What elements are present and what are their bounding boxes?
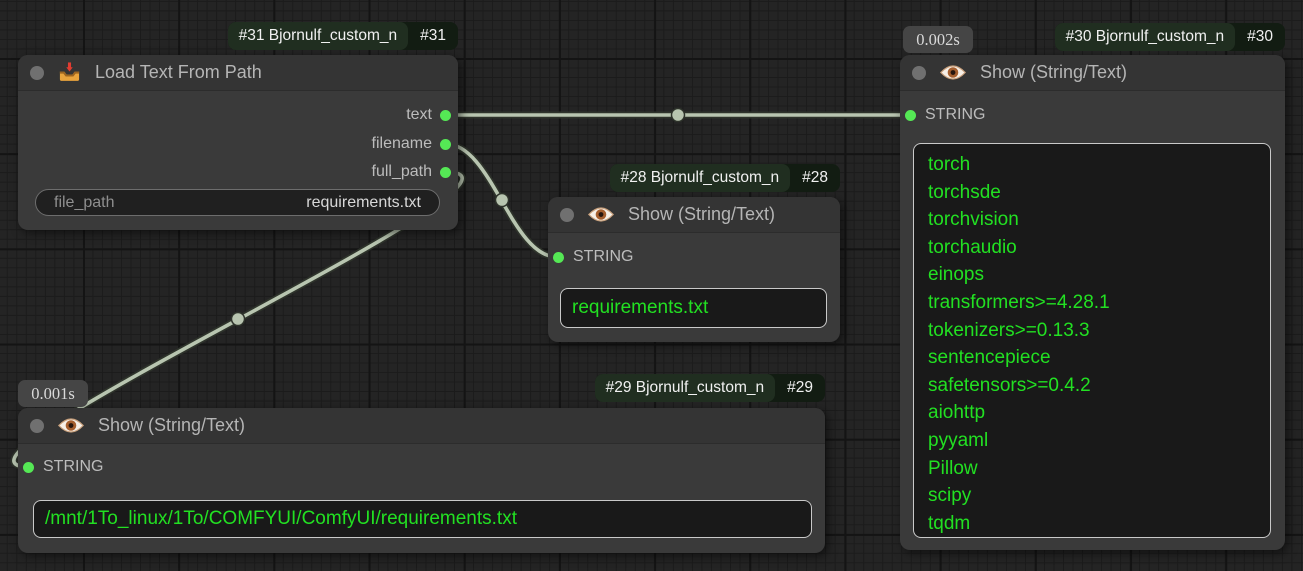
input-slot-string: STRING bbox=[553, 245, 633, 269]
node28-badge-id: #28 bbox=[790, 164, 840, 192]
link-midpoint-dot bbox=[232, 313, 245, 326]
collapse-dot[interactable] bbox=[912, 66, 926, 80]
output-label-filename: filename bbox=[372, 135, 432, 153]
file-path-widget-value: requirements.txt bbox=[306, 194, 421, 212]
input-dot-string[interactable] bbox=[905, 110, 916, 121]
node31-title-bar[interactable]: Load Text From Path bbox=[18, 55, 458, 91]
node30-badge-label: #30 Bjornulf_custom_n bbox=[1055, 23, 1236, 51]
input-label-string: STRING bbox=[925, 106, 985, 124]
link-midpoint-dot bbox=[672, 109, 685, 122]
link-midpoint-dot bbox=[496, 194, 509, 207]
input-label-string: STRING bbox=[573, 248, 633, 266]
file-path-widget-label: file_path bbox=[54, 194, 115, 212]
node28-title-bar[interactable]: Show (String/Text) bbox=[548, 197, 840, 233]
output-slot-filename: filename bbox=[372, 130, 458, 158]
input-dot-string[interactable] bbox=[553, 252, 564, 263]
output-label-text: text bbox=[406, 106, 432, 124]
node30-badge-id: #30 bbox=[1235, 23, 1285, 51]
string-display-box[interactable]: requirements.txt bbox=[560, 288, 827, 328]
node31-badge-label: #31 Bjornulf_custom_n bbox=[228, 22, 409, 50]
node-load-text-from-path[interactable]: Load Text From Path text filename full_p… bbox=[18, 55, 458, 230]
eye-icon bbox=[940, 64, 966, 81]
node31-badge-id: #31 bbox=[408, 22, 458, 50]
input-slot-string: STRING bbox=[23, 455, 103, 479]
string-display-box[interactable]: torch torchsde torchvision torchaudio ei… bbox=[913, 143, 1271, 538]
node31-title: Load Text From Path bbox=[95, 62, 262, 83]
input-label-string: STRING bbox=[43, 458, 103, 476]
collapse-dot[interactable] bbox=[30, 66, 44, 80]
node-graph-canvas[interactable]: { "colors": { "green_text": "#22e022", "… bbox=[0, 0, 1303, 571]
node29-title-bar[interactable]: Show (String/Text) bbox=[18, 408, 825, 444]
input-slot-string: STRING bbox=[905, 103, 985, 127]
collapse-dot[interactable] bbox=[30, 419, 44, 433]
node-show-string-28[interactable]: Show (String/Text) STRING requirements.t… bbox=[548, 197, 840, 342]
output-slot-full-path: full_path bbox=[372, 158, 459, 186]
node28-badge-label: #28 Bjornulf_custom_n bbox=[610, 164, 791, 192]
node29-badge: #29 Bjornulf_custom_n #29 bbox=[595, 374, 825, 402]
collapse-dot[interactable] bbox=[560, 208, 574, 222]
output-dot-full-path[interactable] bbox=[440, 167, 451, 178]
node29-badge-label: #29 Bjornulf_custom_n bbox=[595, 374, 776, 402]
node29-badge-id: #29 bbox=[775, 374, 825, 402]
node30-badge: #30 Bjornulf_custom_n #30 bbox=[1055, 23, 1285, 51]
node31-badge: #31 Bjornulf_custom_n #31 bbox=[228, 22, 458, 50]
eye-icon bbox=[58, 417, 84, 434]
node-show-string-29[interactable]: Show (String/Text) STRING /mnt/1To_linux… bbox=[18, 408, 825, 553]
node29-exec-time-badge: 0.001s bbox=[18, 380, 88, 407]
node28-badge: #28 Bjornulf_custom_n #28 bbox=[610, 164, 840, 192]
string-display-box[interactable]: /mnt/1To_linux/1To/COMFYUI/ComfyUI/requi… bbox=[33, 500, 812, 538]
node29-title: Show (String/Text) bbox=[98, 415, 245, 436]
output-slot-text: text bbox=[406, 101, 458, 129]
output-dot-filename[interactable] bbox=[440, 139, 451, 150]
eye-icon bbox=[588, 206, 614, 223]
node30-title: Show (String/Text) bbox=[980, 62, 1127, 83]
output-dot-text[interactable] bbox=[440, 110, 451, 121]
inbox-tray-icon bbox=[58, 61, 81, 84]
node30-title-bar[interactable]: Show (String/Text) bbox=[900, 55, 1285, 91]
node28-title: Show (String/Text) bbox=[628, 204, 775, 225]
node30-exec-time-badge: 0.002s bbox=[903, 26, 973, 53]
input-dot-string[interactable] bbox=[23, 462, 34, 473]
output-label-full-path: full_path bbox=[372, 163, 433, 181]
node-show-string-30[interactable]: Show (String/Text) STRING torch torchsde… bbox=[900, 55, 1285, 550]
file-path-widget[interactable]: file_path requirements.txt bbox=[35, 189, 440, 216]
